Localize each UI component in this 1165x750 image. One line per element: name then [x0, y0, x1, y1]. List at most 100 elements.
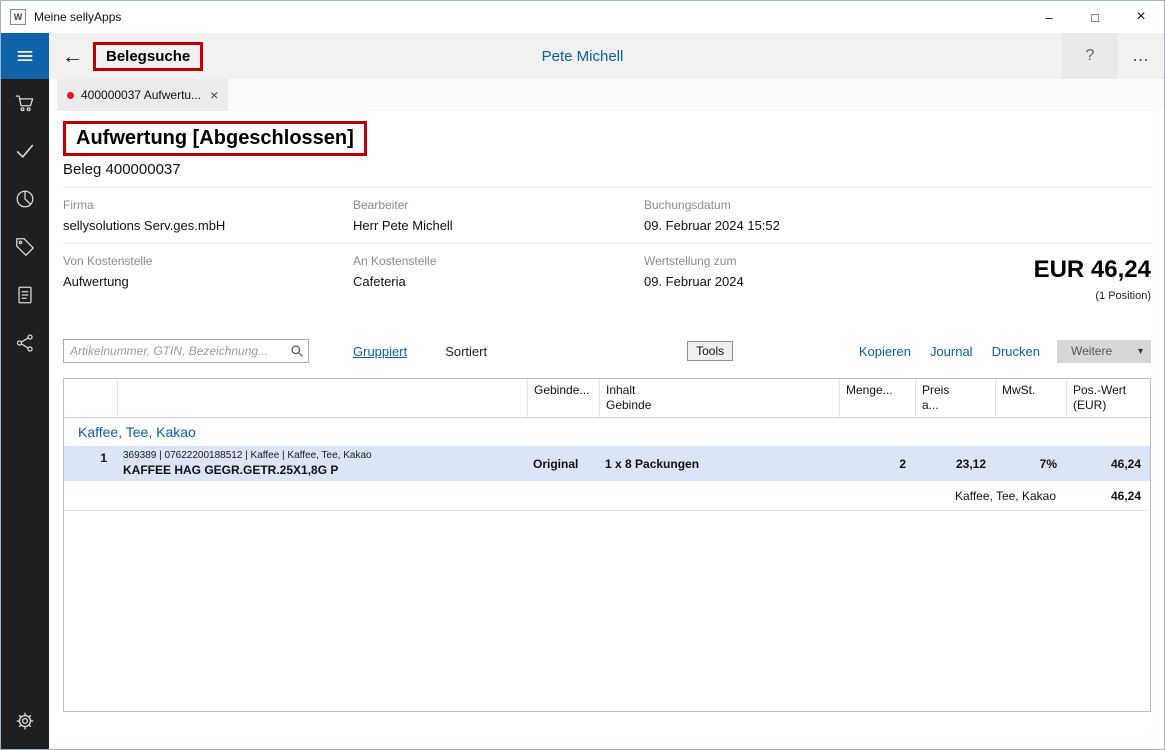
group-summary-row: Kaffee, Tee, Kakao 46,24 [64, 481, 1150, 511]
journal-link[interactable]: Journal [930, 344, 973, 359]
app-window: W Meine sellyApps – □ × ← Belegsuche Pet… [0, 0, 1165, 750]
header-actions: ? … [1062, 33, 1164, 79]
field-label: Bearbeiter [353, 198, 409, 212]
user-name[interactable]: Pete Michell [542, 48, 624, 65]
col-header-inhalt: Inhalt Gebinde [599, 379, 839, 417]
breadcrumb[interactable]: Belegsuche [93, 41, 204, 71]
sidebar-item-tasks[interactable] [1, 127, 49, 175]
field-von-kostenstelle: Von Kostenstelle Aufwertung [63, 254, 353, 302]
unsaved-dot-icon [67, 91, 74, 99]
cell-preis: 23,12 [955, 456, 986, 471]
cell-gebinde: Original [533, 456, 579, 471]
document-title: Aufwertung [Abgeschlossen] [63, 121, 367, 156]
maximize-button[interactable]: □ [1072, 1, 1118, 33]
pie-chart-icon [16, 190, 34, 208]
col-header-menge: Menge... [839, 379, 915, 417]
table-header-row: Gebinde... Inhalt Gebinde Menge... Preis… [64, 379, 1150, 418]
search-icon[interactable] [286, 344, 308, 358]
cell-pos: 1 [100, 451, 107, 465]
document-total-block: EUR 46,24 (1 Position) [944, 254, 1151, 302]
field-wertstellung: Wertstellung zum 09. Februar 2024 [644, 254, 944, 302]
shopping-cart-icon [15, 95, 34, 112]
grouped-toggle[interactable]: Gruppiert [353, 344, 407, 359]
positions-table: Gebinde... Inhalt Gebinde Menge... Preis… [63, 378, 1151, 712]
field-label: Von Kostenstelle [63, 254, 153, 268]
summary-group-label: Kaffee, Tee, Kakao [955, 488, 1056, 503]
sorted-toggle[interactable]: Sortiert [445, 344, 487, 359]
minimize-button[interactable]: – [1026, 1, 1072, 33]
checkmark-icon [16, 144, 34, 158]
document-total: EUR 46,24 [1033, 256, 1151, 283]
sidebar-item-journal[interactable] [1, 271, 49, 319]
tab-strip: 400000037 Aufwertu... × [49, 79, 1164, 111]
more-actions-dropdown[interactable]: Weitere ▾ [1057, 339, 1151, 363]
close-button[interactable]: × [1118, 1, 1164, 33]
field-buchungsdatum: Buchungsdatum 09. Februar 2024 15:52 [644, 198, 1151, 233]
tab-document[interactable]: 400000037 Aufwertu... × [57, 79, 229, 111]
tag-icon [16, 238, 34, 256]
sidebar-item-settings[interactable] [1, 697, 49, 745]
cell-poswert: 46,24 [1110, 456, 1141, 471]
app-icon: W [10, 9, 26, 25]
col-header-pos [64, 379, 117, 417]
tab-close-button[interactable]: × [210, 88, 218, 102]
journal-book-icon [18, 286, 32, 304]
help-button[interactable]: ? [1062, 33, 1118, 79]
field-label: Firma [63, 198, 94, 212]
field-row-1: Firma sellysolutions Serv.ges.mbH Bearbe… [63, 188, 1151, 244]
document-content: Aufwertung [Abgeschlossen] Beleg 4000000… [49, 121, 1164, 712]
field-value: sellysolutions Serv.ges.mbH [63, 218, 226, 233]
field-bearbeiter: Bearbeiter Herr Pete Michell [353, 198, 644, 233]
more-options-button[interactable]: … [1118, 33, 1164, 79]
settings-gear-icon [16, 712, 34, 730]
col-header-gebinde: Gebinde... [527, 379, 599, 417]
field-firma: Firma sellysolutions Serv.ges.mbH [63, 198, 353, 233]
field-value: Herr Pete Michell [353, 218, 453, 233]
copy-link[interactable]: Kopieren [859, 344, 911, 359]
sidebar-item-share[interactable] [1, 319, 49, 367]
field-label: Wertstellung zum [644, 254, 737, 268]
sidebar-item-statistics[interactable] [1, 175, 49, 223]
article-meta: 369389 | 07622200188512 | Kaffee | Kaffe… [123, 450, 372, 461]
back-button[interactable]: ← [62, 46, 83, 67]
app-header: ← Belegsuche Pete Michell ? … [1, 33, 1164, 79]
sidebar-item-cart[interactable] [1, 79, 49, 127]
tab-label: 400000037 Aufwertu... [81, 88, 202, 102]
summary-value: 46,24 [1110, 488, 1141, 503]
chevron-down-icon: ▾ [1137, 345, 1143, 357]
article-name: KAFFEE HAG GEGR.GETR.25X1,8G P [123, 463, 339, 477]
main-area: 400000037 Aufwertu... × Aufwertung [Abge… [49, 79, 1164, 749]
print-link[interactable]: Drucken [992, 344, 1040, 359]
cell-inhalt: 1 x 8 Packungen [605, 456, 700, 471]
table-empty-area [64, 511, 1150, 711]
tools-button[interactable]: Tools [687, 341, 734, 361]
field-value: 09. Februar 2024 [644, 274, 744, 289]
hamburger-icon [17, 51, 33, 62]
position-count: (1 Position) [1095, 290, 1151, 302]
search-box[interactable] [63, 339, 309, 363]
document-number: Beleg 400000037 [63, 161, 181, 178]
cell-menge: 2 [899, 456, 906, 471]
cell-article: 369389 | 07622200188512 | Kaffee | Kaffe… [117, 448, 527, 479]
app-icon-letter: W [13, 12, 23, 22]
sidebar-item-articles[interactable] [1, 223, 49, 271]
cell-mwst: 7% [1039, 456, 1057, 471]
title-bar: W Meine sellyApps – □ × [1, 1, 1164, 33]
col-header-article [117, 379, 527, 417]
col-header-poswert: Pos.-Wert (EUR) [1066, 379, 1150, 417]
search-input[interactable] [64, 340, 286, 362]
field-label: Buchungsdatum [644, 198, 731, 212]
field-row-2: Von Kostenstelle Aufwertung An Kostenste… [63, 244, 1151, 312]
field-value: 09. Februar 2024 15:52 [644, 218, 780, 233]
group-label: Kaffee, Tee, Kakao [78, 424, 196, 440]
field-value: Cafeteria [353, 274, 406, 289]
positions-toolbar: Gruppiert Sortiert Tools Kopieren Journa… [63, 338, 1151, 364]
table-row[interactable]: 1 369389 | 07622200188512 | Kaffee | Kaf… [64, 446, 1150, 481]
hamburger-menu-button[interactable] [1, 33, 49, 79]
share-network-icon [16, 334, 33, 352]
group-header-row[interactable]: Kaffee, Tee, Kakao [64, 418, 1150, 446]
field-label: An Kostenstelle [353, 254, 437, 268]
sidebar [1, 79, 49, 749]
window-controls: – □ × [1026, 1, 1164, 33]
window-title: Meine sellyApps [34, 10, 122, 24]
